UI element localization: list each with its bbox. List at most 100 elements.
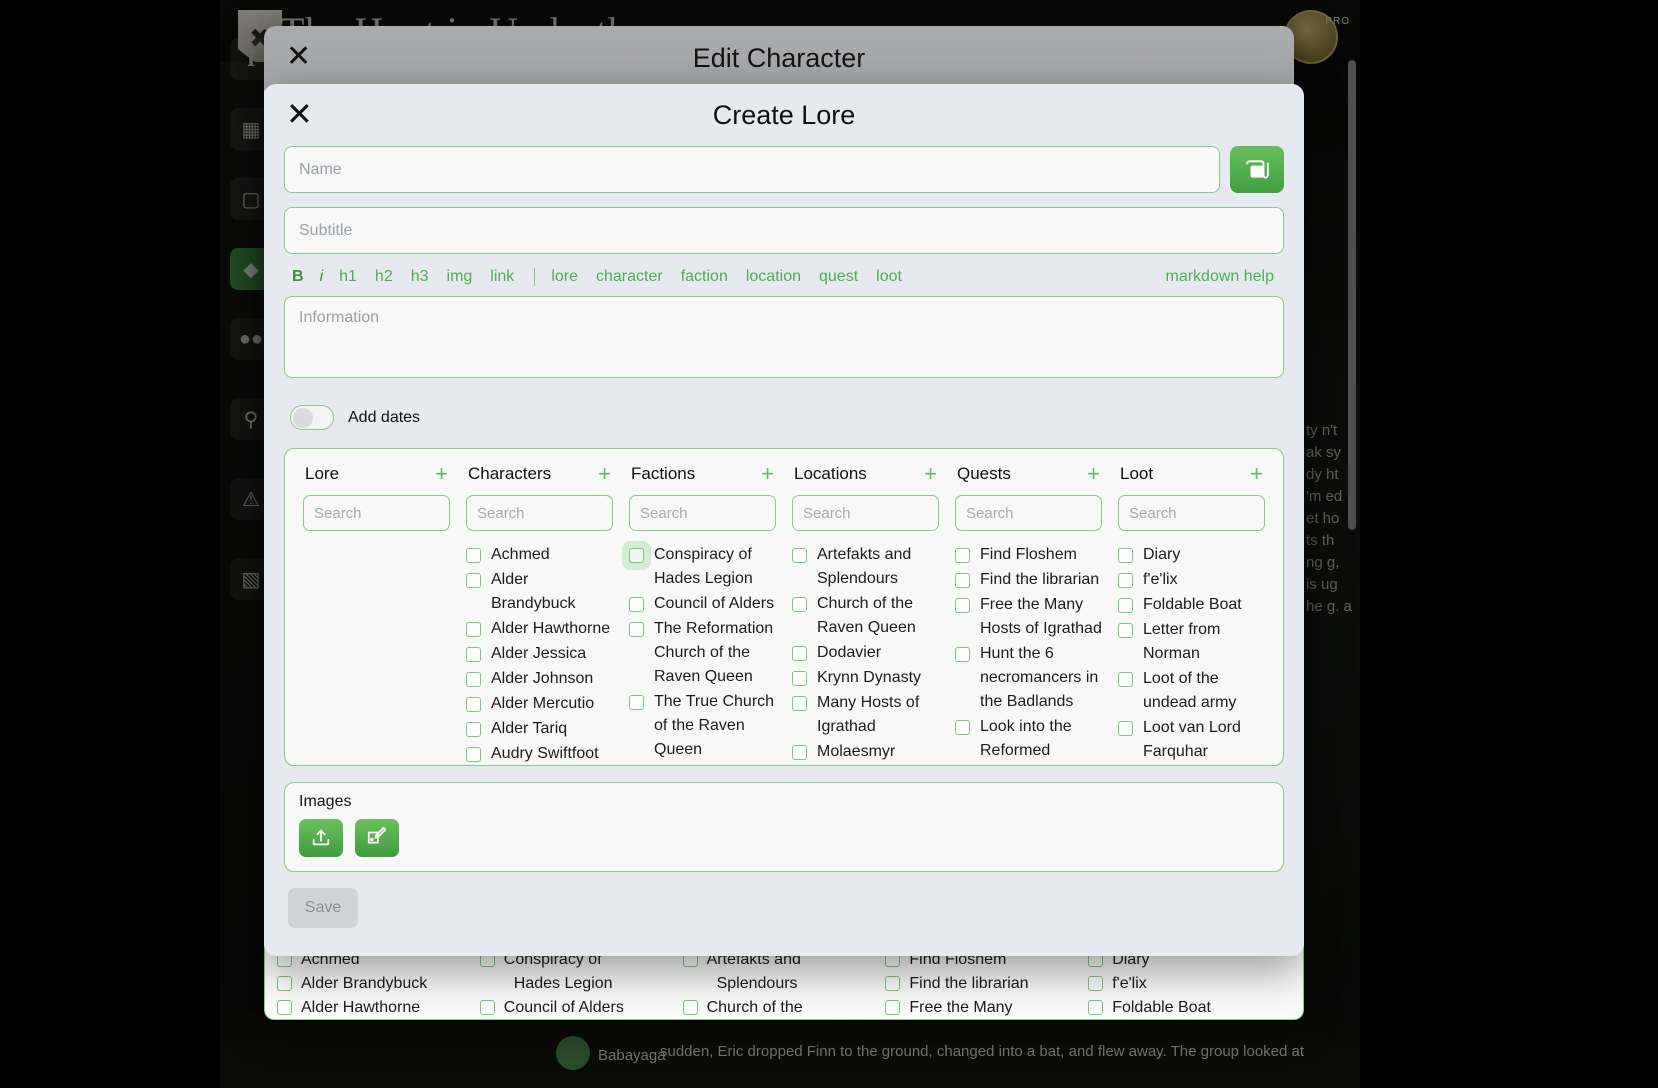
search-input-locations[interactable]: [792, 495, 939, 531]
markdown-h2-button[interactable]: h2: [375, 268, 393, 286]
list-item[interactable]: Alder Jessica: [466, 642, 613, 666]
list-item[interactable]: Krynn Dynasty: [792, 666, 939, 690]
checkbox[interactable]: [682, 1000, 698, 1015]
add-loot-button[interactable]: +: [1250, 463, 1263, 485]
list-item[interactable]: Letter from Norman: [1118, 618, 1265, 666]
checkbox[interactable]: [1118, 548, 1133, 563]
add-character-button[interactable]: +: [598, 463, 611, 485]
list-item[interactable]: Alder Mercutio: [466, 692, 613, 716]
markdown-h1-button[interactable]: h1: [339, 268, 357, 286]
search-input-factions[interactable]: [629, 495, 776, 531]
add-lore-button[interactable]: +: [435, 463, 448, 485]
add-faction-button[interactable]: +: [761, 463, 774, 485]
list-item[interactable]: Hunt the 6 necromancers in the Badlands: [955, 642, 1102, 714]
checkbox[interactable]: [1118, 623, 1133, 638]
close-icon[interactable]: ✕: [286, 42, 311, 72]
checkbox[interactable]: [955, 598, 970, 613]
markdown-loot-button[interactable]: loot: [876, 268, 902, 286]
checkbox[interactable]: [1088, 976, 1104, 991]
list-item[interactable]: Council of Alders: [629, 592, 776, 616]
search-input-quests[interactable]: [955, 495, 1102, 531]
list-item[interactable]: Audry Swiftfoot: [466, 742, 613, 765]
checkbox[interactable]: [466, 647, 481, 662]
checkbox[interactable]: [885, 1000, 901, 1015]
checkbox[interactable]: [1118, 573, 1133, 588]
markdown-faction-button[interactable]: faction: [681, 268, 728, 286]
list-item[interactable]: Alder Brandybuck: [466, 568, 613, 616]
checkbox[interactable]: [466, 548, 481, 563]
markdown-quest-button[interactable]: quest: [819, 268, 858, 286]
information-textarea[interactable]: [284, 296, 1284, 378]
checkbox[interactable]: [629, 548, 644, 563]
markdown-character-button[interactable]: character: [596, 268, 663, 286]
list-item[interactable]: Conspiracy of Hades Legion: [629, 543, 776, 591]
checkbox[interactable]: [792, 646, 807, 661]
checkbox[interactable]: [1118, 721, 1133, 736]
checkbox[interactable]: [629, 597, 644, 612]
markdown-help-link[interactable]: markdown help: [1166, 268, 1275, 286]
list-item[interactable]: Foldable Boat: [1118, 593, 1265, 617]
name-input[interactable]: [284, 146, 1220, 193]
markdown-h3-button[interactable]: h3: [411, 268, 429, 286]
list-item[interactable]: Molaesmyr: [792, 740, 939, 764]
checkbox[interactable]: [629, 622, 644, 637]
list-item[interactable]: Artefakts and Splendours: [792, 543, 939, 591]
checkbox[interactable]: [466, 573, 481, 588]
checkbox[interactable]: [792, 548, 807, 563]
list-item[interactable]: Free the Many Hosts of Igrathad: [955, 593, 1102, 641]
markdown-italic-button[interactable]: i: [320, 268, 324, 286]
checkbox[interactable]: [277, 1000, 292, 1015]
markdown-lore-button[interactable]: lore: [551, 268, 578, 286]
list-item[interactable]: Dodavier: [792, 641, 939, 665]
checkbox[interactable]: [1118, 672, 1133, 687]
search-input-characters[interactable]: [466, 495, 613, 531]
list-item[interactable]: Find the librarian: [955, 568, 1102, 592]
list-item[interactable]: Alder Johnson: [466, 667, 613, 691]
search-input-loot[interactable]: [1118, 495, 1265, 531]
checkbox[interactable]: [466, 622, 481, 637]
markdown-img-button[interactable]: img: [447, 268, 473, 286]
close-icon[interactable]: ✕: [286, 98, 313, 130]
checkbox[interactable]: [1118, 598, 1133, 613]
checkbox[interactable]: [466, 747, 481, 762]
checkbox[interactable]: [885, 976, 901, 991]
checkbox[interactable]: [955, 647, 970, 662]
checkbox[interactable]: [955, 573, 970, 588]
list-item[interactable]: Alder Hawthorne: [466, 617, 613, 641]
scroll-icon-button[interactable]: [1229, 146, 1284, 193]
list-item[interactable]: Many Hosts of Igrathad: [792, 691, 939, 739]
list-item[interactable]: f'e'lix: [1118, 568, 1265, 592]
checkbox[interactable]: [792, 597, 807, 612]
checkbox[interactable]: [792, 696, 807, 711]
list-item[interactable]: Loot of the undead army: [1118, 667, 1265, 715]
checkbox[interactable]: [466, 697, 481, 712]
add-location-button[interactable]: +: [924, 463, 937, 485]
list-item[interactable]: The True Church of the Raven Queen: [629, 690, 776, 762]
checkbox[interactable]: [955, 548, 970, 563]
list-item[interactable]: Find Floshem: [955, 543, 1102, 567]
save-button[interactable]: Save: [288, 888, 358, 928]
list-item[interactable]: Church of the Raven Queen: [792, 592, 939, 640]
search-input-lore[interactable]: [303, 495, 450, 531]
markdown-link-button[interactable]: link: [490, 268, 514, 286]
add-dates-toggle[interactable]: [290, 405, 334, 430]
checkbox[interactable]: [1088, 1000, 1104, 1015]
list-item[interactable]: Alder Tariq: [466, 717, 613, 741]
checkbox[interactable]: [277, 976, 292, 991]
list-item[interactable]: The Reformation Church of the Raven Quee…: [629, 617, 776, 689]
markdown-location-button[interactable]: location: [746, 268, 801, 286]
checkbox[interactable]: [792, 745, 807, 760]
list-item[interactable]: Loot van Lord Farquhar: [1118, 716, 1265, 764]
subtitle-input[interactable]: [284, 207, 1284, 254]
checkbox[interactable]: [466, 722, 481, 737]
list-item[interactable]: Look into the Reformed Church: [955, 715, 1102, 765]
list-item[interactable]: Achmed: [466, 543, 613, 567]
checkbox[interactable]: [792, 671, 807, 686]
markdown-bold-button[interactable]: B: [292, 268, 304, 286]
add-quest-button[interactable]: +: [1087, 463, 1100, 485]
list-item[interactable]: Diary: [1118, 543, 1265, 567]
checkbox[interactable]: [629, 695, 644, 710]
upload-icon-button[interactable]: [299, 819, 343, 857]
image-edit-icon-button[interactable]: [355, 819, 399, 857]
checkbox[interactable]: [466, 672, 481, 687]
